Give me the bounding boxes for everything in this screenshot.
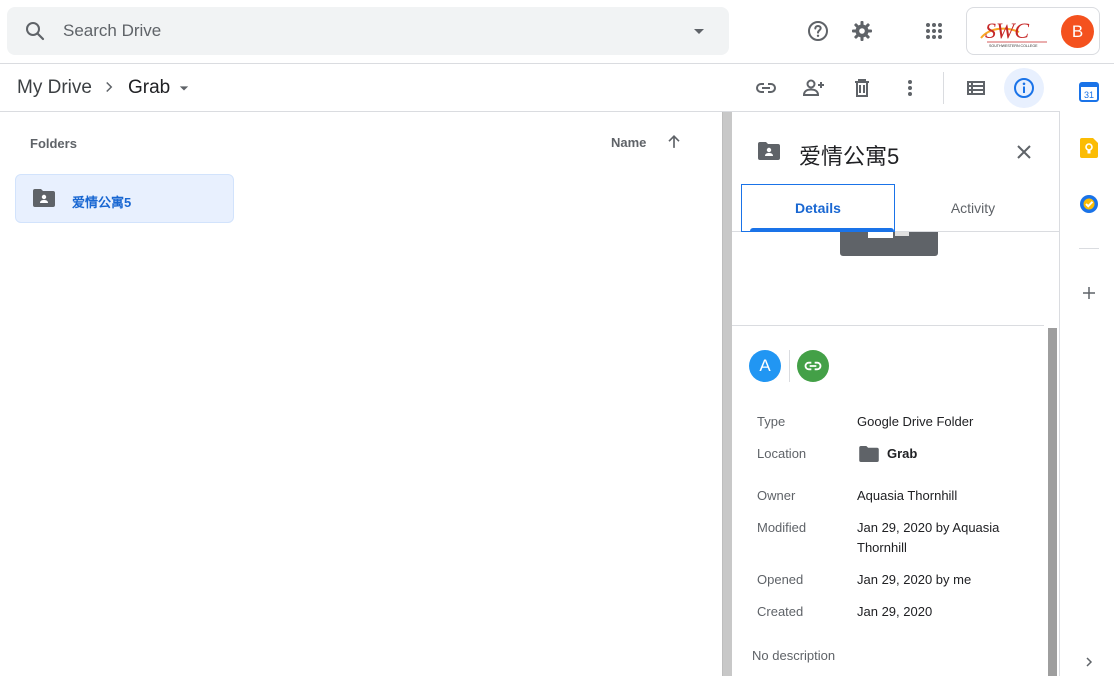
- header-row: My Drive Grab: [0, 64, 1060, 112]
- folder-item[interactable]: 爱情公寓5: [15, 174, 234, 223]
- detail-value-opened: Jan 29, 2020 by me: [857, 572, 972, 587]
- details-title: 爱情公寓5: [799, 144, 900, 169]
- add-icon[interactable]: [1069, 273, 1109, 313]
- sort-direction-arrow-up-icon[interactable]: [664, 132, 684, 152]
- shared-user-avatar[interactable]: A: [749, 350, 781, 382]
- toolbar-divider: [943, 72, 944, 104]
- folder-preview-thumbnail: [840, 232, 938, 256]
- folder-menu-dropdown-icon[interactable]: [174, 78, 194, 98]
- tab-details-label: Details: [795, 200, 841, 216]
- detail-value-modified: Jan 29, 2020 by Aquasia Thornhill: [857, 520, 1000, 555]
- side-panel-rail: 31: [1061, 64, 1114, 676]
- info-icon[interactable]: [1004, 68, 1044, 108]
- apps-grid-icon[interactable]: [914, 11, 954, 51]
- help-icon[interactable]: [798, 11, 838, 51]
- details-tabs: Details Activity: [732, 184, 1059, 232]
- tasks-icon[interactable]: [1069, 184, 1109, 224]
- list-view-icon[interactable]: [956, 68, 996, 108]
- tab-activity[interactable]: Activity: [896, 184, 1050, 232]
- detail-label-opened: Opened: [757, 572, 804, 587]
- access-divider: [789, 350, 790, 382]
- tab-activity-label: Activity: [950, 200, 996, 216]
- keep-icon[interactable]: [1069, 128, 1109, 168]
- file-list: Folders Name 爱情公寓5: [0, 112, 722, 676]
- breadcrumb-chevron-icon: [100, 78, 118, 96]
- detail-label-type: Type: [757, 414, 786, 429]
- svg-text:SWC: SWC: [985, 18, 1029, 43]
- trash-icon[interactable]: [842, 68, 882, 108]
- detail-value-owner: Aquasia Thornhill: [857, 488, 958, 503]
- link-sharing-icon[interactable]: [797, 350, 829, 382]
- search-options-dropdown-icon[interactable]: [687, 19, 711, 43]
- description-placeholder[interactable]: No description: [752, 648, 835, 663]
- shared-folder-icon: [758, 142, 780, 160]
- more-vert-icon[interactable]: [890, 68, 930, 108]
- detail-value-location[interactable]: Grab: [887, 444, 1059, 464]
- share-icon[interactable]: [794, 68, 834, 108]
- search-input[interactable]: [63, 17, 663, 45]
- close-icon[interactable]: [1004, 132, 1044, 172]
- folder-name: 爱情公寓5: [72, 195, 132, 210]
- sort-by-name-button[interactable]: Name: [611, 135, 646, 150]
- settings-icon[interactable]: [842, 11, 882, 51]
- top-bar: SWC SOUTHWESTERN COLLEGE B: [0, 0, 1114, 64]
- organization-logo: SWC SOUTHWESTERN COLLEGE: [975, 14, 1055, 50]
- folders-section-heading: Folders: [30, 136, 77, 151]
- calendar-icon[interactable]: 31: [1069, 72, 1109, 112]
- folder-icon: [859, 446, 879, 462]
- svg-text:31: 31: [1084, 90, 1094, 100]
- details-panel: 爱情公寓5 Details Activity A Type Google Dri…: [732, 112, 1060, 676]
- active-tab-indicator: [750, 228, 894, 231]
- rail-divider: [1079, 248, 1099, 249]
- account-switcher[interactable]: SWC SOUTHWESTERN COLLEGE B: [966, 7, 1100, 55]
- preview-divider: [732, 325, 1044, 326]
- search-box[interactable]: [7, 7, 729, 55]
- detail-label-location: Location: [757, 446, 807, 461]
- account-avatar[interactable]: B: [1061, 15, 1094, 48]
- detail-value-type: Google Drive Folder: [857, 414, 974, 429]
- detail-label-created: Created: [757, 604, 804, 619]
- chevron-right-icon[interactable]: [1069, 648, 1109, 676]
- details-scrollbar[interactable]: [1045, 232, 1060, 676]
- list-scrollbar[interactable]: [722, 112, 732, 676]
- tab-details[interactable]: Details: [741, 184, 895, 232]
- search-icon[interactable]: [23, 19, 47, 43]
- detail-label-modified: Modified: [757, 520, 807, 535]
- detail-label-owner: Owner: [757, 488, 796, 503]
- svg-text:SOUTHWESTERN COLLEGE: SOUTHWESTERN COLLEGE: [989, 44, 1038, 48]
- breadcrumb-my-drive[interactable]: My Drive: [17, 77, 92, 99]
- detail-value-created: Jan 29, 2020: [857, 604, 933, 619]
- shared-folder-icon: [33, 189, 55, 207]
- get-link-icon[interactable]: [746, 68, 786, 108]
- breadcrumb-current-folder[interactable]: Grab: [128, 77, 170, 99]
